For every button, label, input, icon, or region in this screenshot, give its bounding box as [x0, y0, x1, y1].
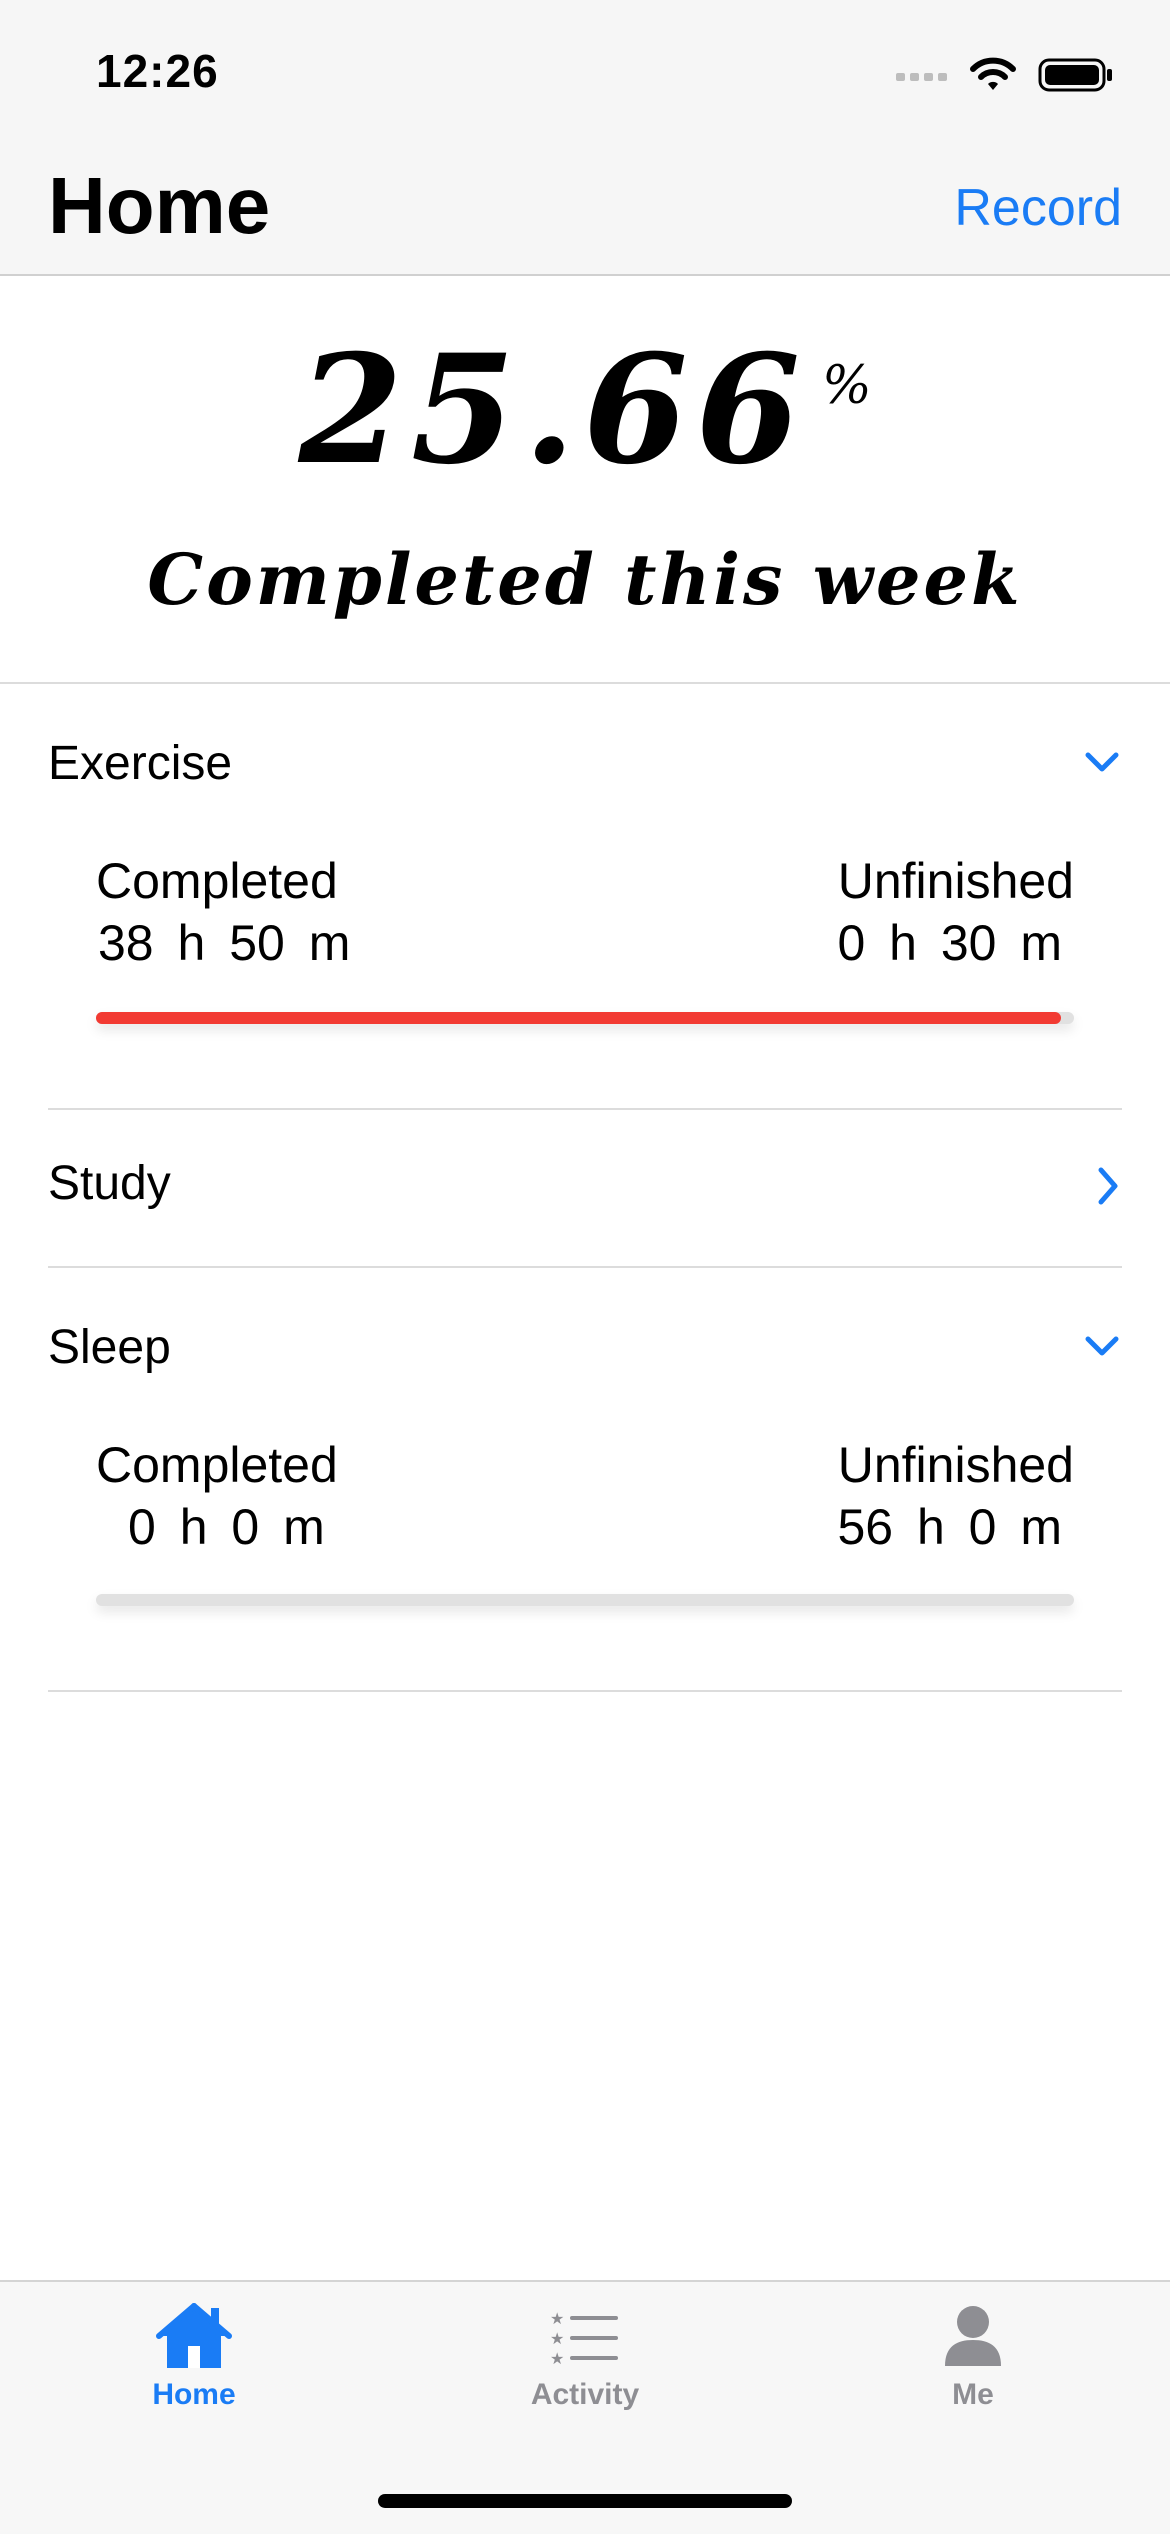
chevron-down-icon[interactable]: [1082, 1332, 1122, 1360]
svg-text:★: ★: [550, 2349, 564, 2368]
status-time: 12:26: [96, 45, 219, 97]
completed-value: 0 h 0 m: [128, 1499, 325, 1555]
tab-me[interactable]: Me: [843, 2302, 1103, 2412]
house-icon: [156, 2303, 232, 2368]
svg-text:★: ★: [550, 2309, 564, 2328]
completed-value: 38 h 50 m: [98, 915, 351, 971]
page-title: Home: [48, 161, 271, 250]
list-icon: ★ ★ ★: [550, 2309, 618, 2368]
weekly-summary: 25.66% Completed this week: [0, 276, 1170, 684]
completion-caption: Completed this week: [147, 538, 1023, 621]
tab-label: Home: [152, 2378, 236, 2411]
completion-percent: 25.66%: [0, 322, 1170, 498]
home-indicator: [378, 2494, 792, 2508]
progress-bar: [96, 1012, 1074, 1024]
section-header-sleep[interactable]: Sleep: [48, 1300, 1122, 1400]
wifi-icon: [970, 57, 1016, 90]
status-icons: [896, 52, 1114, 98]
status-bar: 12:26: [0, 0, 1170, 140]
svg-text:★: ★: [550, 2329, 564, 2348]
percent-sign: %: [822, 356, 872, 416]
chevron-down-icon[interactable]: [1082, 748, 1122, 776]
divider: [48, 1690, 1122, 1692]
section-title: Sleep: [48, 1321, 171, 1374]
person-icon: [945, 2306, 1001, 2366]
completed-label: Completed: [96, 853, 338, 909]
unfinished-value: 0 h 30 m: [837, 915, 1062, 971]
section-title: Exercise: [48, 737, 233, 790]
unfinished-label: Unfinished: [837, 1437, 1074, 1493]
cellular-signal-icon: [896, 73, 947, 81]
tab-label: Activity: [530, 2378, 640, 2411]
tab-label: Me: [952, 2378, 994, 2411]
divider: [48, 1108, 1122, 1110]
tab-activity[interactable]: ★ ★ ★ Activity: [455, 2302, 715, 2412]
navigation-bar: Home Record: [0, 140, 1170, 276]
percent-value: 25.66: [298, 322, 809, 498]
record-button[interactable]: Record: [954, 178, 1122, 238]
progress-bar: [96, 1594, 1074, 1606]
section-title: Study: [48, 1157, 171, 1210]
progress-fill: [96, 1012, 1062, 1024]
completed-label: Completed: [96, 1437, 338, 1493]
chevron-right-icon[interactable]: [1094, 1164, 1122, 1208]
tab-home[interactable]: Home: [64, 2302, 324, 2412]
divider: [48, 1266, 1122, 1268]
section-header-exercise[interactable]: Exercise: [48, 716, 1122, 816]
unfinished-value: 56 h 0 m: [837, 1499, 1062, 1555]
section-header-study[interactable]: Study: [48, 1112, 1122, 1264]
battery-icon: [1038, 58, 1112, 92]
unfinished-label: Unfinished: [837, 853, 1074, 909]
